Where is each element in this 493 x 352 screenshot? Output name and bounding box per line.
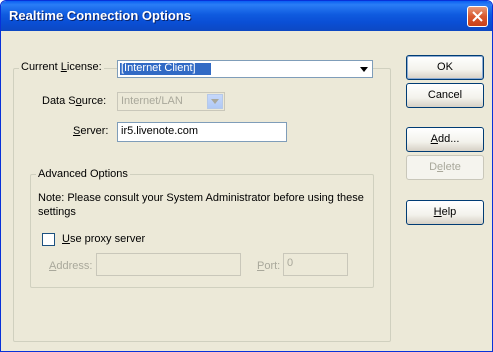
delete-button[interactable]: Delete — [406, 155, 484, 180]
license-select[interactable]: [Internet Client] — [117, 60, 373, 78]
current-license-label: Current License: — [19, 61, 104, 73]
address-input[interactable] — [96, 253, 241, 276]
license-selected-value: [Internet Client] — [121, 62, 196, 74]
data-source-dropdown-button[interactable] — [207, 94, 223, 109]
chevron-down-icon — [360, 67, 368, 72]
advanced-options-title: Advanced Options — [36, 168, 130, 180]
ok-button[interactable]: OK — [406, 55, 484, 80]
data-source-label: Data Source: — [42, 95, 107, 107]
server-input-value: ir5.livenote.com — [121, 125, 199, 137]
data-source-selected-value: Internet/LAN — [121, 95, 183, 107]
server-label: Server: — [73, 125, 109, 137]
close-icon — [472, 11, 483, 22]
add-button[interactable]: Add... — [406, 127, 484, 152]
port-input-value: 0 — [287, 257, 294, 269]
data-source-select[interactable]: Internet/LAN — [117, 92, 225, 111]
server-input[interactable]: ir5.livenote.com — [117, 122, 287, 142]
title-bar[interactable]: Realtime Connection Options — [1, 1, 492, 31]
address-label: Address: — [49, 260, 93, 272]
port-label: Port: — [257, 260, 281, 272]
advanced-note: Note: Please consult your System Adminis… — [38, 192, 364, 218]
use-proxy-label[interactable]: Use proxy server — [62, 233, 145, 245]
window-title: Realtime Connection Options — [9, 8, 192, 23]
close-button[interactable] — [467, 6, 488, 27]
port-input[interactable]: 0 — [283, 253, 348, 276]
help-button[interactable]: Help — [406, 200, 484, 225]
use-proxy-checkbox[interactable] — [42, 233, 55, 246]
cancel-button[interactable]: Cancel — [406, 83, 484, 108]
license-dropdown-button[interactable] — [357, 62, 371, 76]
dialog-window: Realtime Connection Options Current Lice… — [0, 0, 493, 352]
chevron-down-icon — [211, 99, 219, 104]
